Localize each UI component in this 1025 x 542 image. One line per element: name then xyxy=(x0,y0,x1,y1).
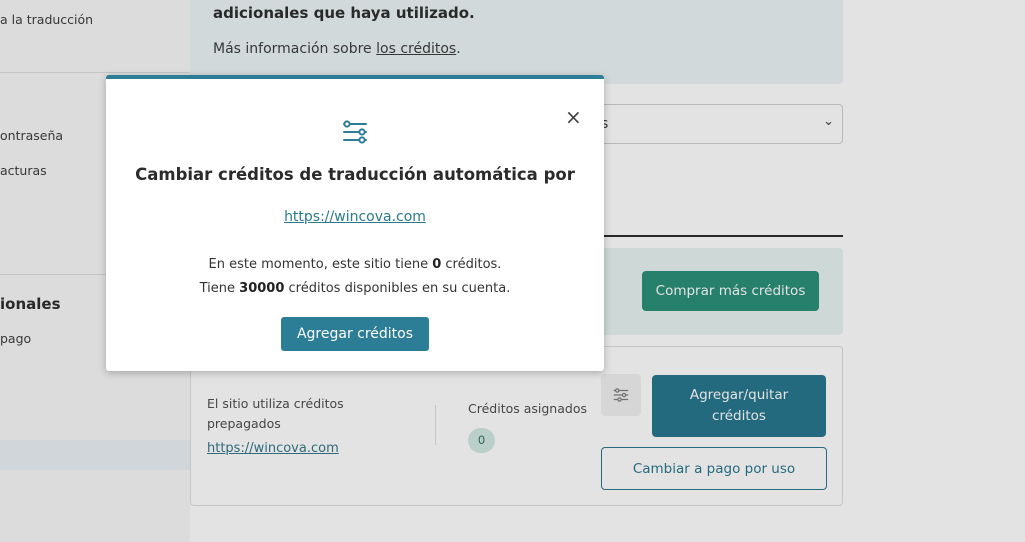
change-credits-dialog: × Cambiar créditos de traducción automát… xyxy=(106,75,604,371)
close-icon[interactable]: × xyxy=(565,107,582,127)
current-credits-prefix: En este momento, este sitio tiene xyxy=(208,257,433,272)
add-credits-button[interactable]: Agregar créditos xyxy=(281,317,429,351)
available-credits-value: 30000 xyxy=(239,281,285,296)
available-credits-text: Tiene 30000 créditos disponibles en su c… xyxy=(106,281,604,296)
available-credits-prefix: Tiene xyxy=(199,281,240,296)
current-credits-suffix: créditos. xyxy=(441,257,502,272)
current-credits-value: 0 xyxy=(432,257,442,272)
sliders-icon xyxy=(343,120,367,144)
dialog-title: Cambiar créditos de traducción automátic… xyxy=(135,165,575,184)
dialog-site-link[interactable]: https://wincova.com xyxy=(284,209,426,225)
dialog-site-link-wrap: https://wincova.com xyxy=(106,209,604,225)
current-credits-text: En este momento, este sitio tiene 0 créd… xyxy=(106,257,604,272)
available-credits-suffix: créditos disponibles en su cuenta. xyxy=(284,281,511,296)
